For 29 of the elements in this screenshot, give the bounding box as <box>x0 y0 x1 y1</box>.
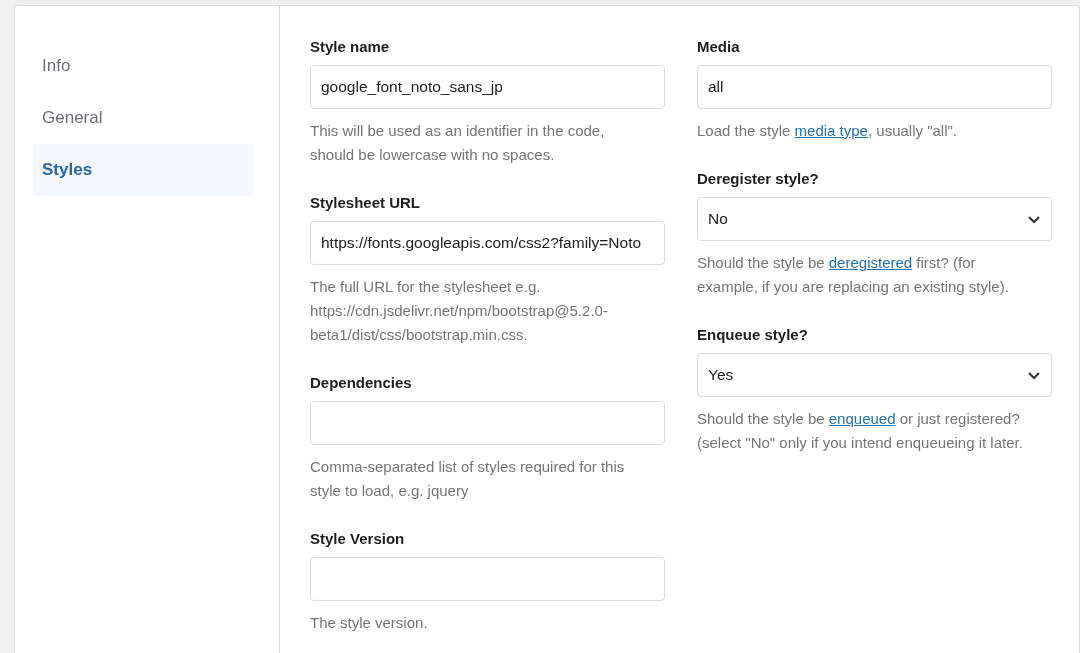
input-field[interactable] <box>310 401 665 445</box>
help-text: Comma-separated list of styles required for this style to load, e.g. jquery <box>310 457 626 501</box>
help-text: The full URL for the stylesheet e.g. https://cdn.jsdelivr.net/npm/bootstrap@5.2.0-beta1/dist/css/bootstrap.min.css. <box>310 277 609 345</box>
sidebar-tab[interactable]: Info <box>33 40 253 92</box>
help-text: The style version. <box>310 613 429 633</box>
field-label: Enqueue style? <box>697 326 809 343</box>
input-field[interactable]: google_font_noto_sans_jp <box>310 65 665 109</box>
input-field[interactable]: all <box>697 65 1052 109</box>
input-field[interactable] <box>310 557 665 601</box>
field-label: Stylesheet URL <box>310 194 422 211</box>
help-text: Should the style be enqueued or just registered? (select "No" only if you intend enqueueing it later. <box>697 409 1024 453</box>
field-label: Deregister style? <box>697 170 820 187</box>
field-label: Style Version <box>310 530 406 547</box>
help-text: This will be used as an identifier in the code, should be lowercase with no spaces. <box>310 121 606 165</box>
chevron-down-icon <box>1027 214 1041 224</box>
field-label: Style name <box>310 38 391 55</box>
help-link[interactable]: deregistered <box>828 254 913 271</box>
help-link[interactable]: media type <box>794 122 868 139</box>
help-link[interactable]: enqueued <box>828 410 896 427</box>
field-label: Dependencies <box>310 374 413 391</box>
sidebar-tab[interactable]: General <box>33 92 253 144</box>
input-field[interactable]: https://fonts.googleapis.com/css2?family=Noto <box>310 221 665 265</box>
select-field[interactable]: No <box>697 197 1052 241</box>
chevron-down-icon <box>1027 370 1041 380</box>
sidebar-tab[interactable]: Styles <box>33 144 253 196</box>
help-text: Load the style media type, usually "all". <box>697 121 958 141</box>
help-text: Should the style be deregistered first? (for example, if you are replacing an existing style). <box>697 253 1010 297</box>
select-field[interactable]: Yes <box>697 353 1052 397</box>
field-label: Media <box>697 38 741 55</box>
